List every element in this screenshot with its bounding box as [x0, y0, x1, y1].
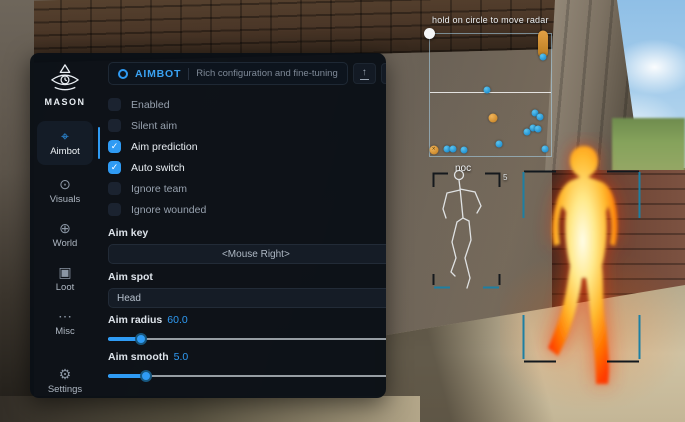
checkbox-row-enabled[interactable]: Enabled	[108, 94, 386, 115]
checkbox-row-aim-prediction[interactable]: ✓ Aim prediction	[108, 136, 386, 157]
skeleton-figure	[432, 166, 502, 292]
checkbox[interactable]: ✓	[108, 140, 121, 153]
panel-header: AIMBOT Rich configuration and fine-tunin…	[108, 62, 386, 85]
gear-icon: ⚙	[59, 367, 72, 382]
checkbox-row-ignore-team[interactable]: Ignore team	[108, 178, 386, 199]
radar-dot-blue	[539, 54, 546, 61]
page-subtitle: Rich configuration and fine-tuning	[196, 68, 338, 79]
checkbox-row-silent-aim[interactable]: Silent aim	[108, 115, 386, 136]
sidebar-item-label: World	[53, 238, 78, 249]
radar-dot-orange	[488, 114, 497, 123]
aim-spot-label: Aim spot	[108, 271, 386, 283]
sidebar-item-label: Loot	[56, 282, 75, 293]
radar-dot-blue	[495, 140, 502, 147]
sidebar-item-loot[interactable]: ▣ Loot	[37, 260, 93, 297]
radar: ×	[429, 33, 552, 157]
checkbox[interactable]	[108, 203, 121, 216]
sidebar-item-visuals[interactable]: ⊙ Visuals	[37, 172, 93, 209]
dots-icon: ⋯	[58, 309, 72, 324]
brand: MASON	[45, 63, 86, 107]
slider-label: Aim smooth	[108, 351, 169, 363]
aimbot-ring-icon	[118, 69, 128, 79]
checkbox-row-ignore-wounded[interactable]: Ignore wounded	[108, 199, 386, 220]
sidebar-item-label: Visuals	[50, 194, 80, 205]
slider-value: 60.0	[167, 314, 187, 326]
checkbox-label: Auto switch	[131, 162, 185, 174]
export-config-button[interactable]: ↑	[353, 63, 376, 84]
checkbox-label: Ignore team	[131, 183, 187, 195]
aim-smooth-slider: Aim smooth 5.0	[108, 351, 386, 382]
wall-shadow	[0, 0, 34, 422]
mason-eye-logo	[46, 63, 84, 93]
sidebar: MASON ⌖ Aimbot ⊙ Visuals ⊕ World ▣ Loot …	[30, 53, 100, 398]
page-title: AIMBOT	[135, 68, 181, 80]
radar-dot-orange: ×	[429, 145, 438, 154]
aim-spot-value: Head	[117, 293, 141, 304]
sidebar-item-aimbot[interactable]: ⌖ Aimbot	[37, 121, 93, 165]
loot-box-icon: ▣	[58, 265, 71, 280]
checkbox-label: Aim prediction	[131, 141, 198, 153]
eye-icon: ⊙	[59, 177, 71, 192]
slider-value: 5.0	[174, 351, 189, 363]
sliders-section: Aim radius 60.0 Aim smooth 5.0	[108, 308, 386, 382]
radar-hint-text: hold on circle to move radar	[432, 15, 549, 25]
sidebar-nav: ⌖ Aimbot ⊙ Visuals ⊕ World ▣ Loot ⋯ Misc…	[30, 121, 100, 398]
radar-dot-blue	[534, 126, 541, 133]
checkbox-label: Enabled	[131, 99, 170, 111]
radar-dot-blue	[541, 145, 548, 152]
brand-name: MASON	[45, 97, 86, 107]
upload-icon: ↑	[362, 68, 367, 79]
slider-track[interactable]	[108, 333, 386, 345]
enemy-distance-label: 5	[503, 173, 507, 182]
checkbox[interactable]	[108, 98, 121, 111]
sidebar-item-world[interactable]: ⊕ World	[37, 216, 93, 253]
radar-dot-blue	[460, 146, 467, 153]
slider-track[interactable]	[108, 370, 386, 382]
aim-key-label: Aim key	[108, 227, 386, 239]
cheat-menu-panel: MASON ⌖ Aimbot ⊙ Visuals ⊕ World ▣ Loot …	[30, 53, 386, 398]
slider-handle[interactable]	[140, 370, 152, 382]
radar-dot-blue	[537, 113, 544, 120]
aim-key-button[interactable]: <Mouse Right>	[108, 244, 386, 264]
aim-spot-select[interactable]: Head	[108, 288, 386, 308]
checkbox-label: Silent aim	[131, 120, 177, 132]
player-esp-box	[522, 170, 641, 363]
aim-key-value: <Mouse Right>	[222, 249, 290, 260]
radar-dot-blue	[483, 87, 490, 94]
checkbox-row-auto-switch[interactable]: ✓ Auto switch	[108, 157, 386, 178]
crosshair-icon: ⌖	[61, 129, 69, 144]
globe-icon: ⊕	[59, 221, 71, 236]
import-config-button[interactable]: ↓	[381, 63, 386, 84]
sidebar-item-settings[interactable]: ⚙ Settings	[37, 362, 93, 398]
radar-drag-handle[interactable]	[424, 28, 435, 39]
checkbox[interactable]	[108, 119, 121, 132]
header-divider	[188, 68, 189, 80]
slider-label: Aim radius	[108, 314, 162, 326]
radar-axis-line	[430, 92, 551, 94]
slider-handle[interactable]	[135, 333, 147, 345]
checkbox[interactable]	[108, 182, 121, 195]
radar-dot-blue	[523, 128, 530, 135]
radar-dot-blue	[449, 145, 456, 152]
checkbox-label: Ignore wounded	[131, 204, 206, 216]
sidebar-item-label: Misc	[55, 326, 75, 337]
sidebar-item-label: Settings	[48, 384, 82, 395]
aim-radius-slider: Aim radius 60.0	[108, 314, 386, 345]
panel-content: AIMBOT Rich configuration and fine-tunin…	[100, 53, 386, 398]
checkbox-list: Enabled Silent aim ✓ Aim prediction ✓ Au…	[108, 94, 386, 220]
sidebar-item-misc[interactable]: ⋯ Misc	[37, 304, 93, 341]
header-box: AIMBOT Rich configuration and fine-tunin…	[108, 62, 348, 85]
ground-strip	[0, 396, 420, 422]
sidebar-item-label: Aimbot	[50, 146, 80, 157]
checkbox[interactable]: ✓	[108, 161, 121, 174]
